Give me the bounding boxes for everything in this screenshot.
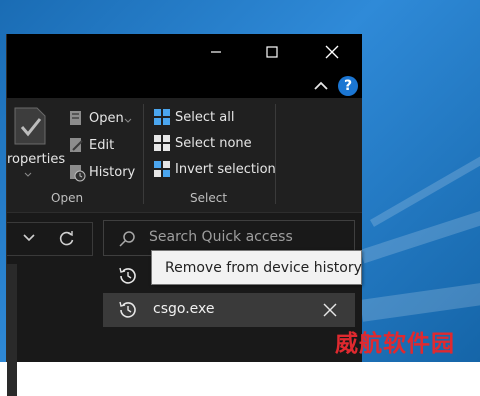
history-item-selected[interactable]: csgo.exe <box>103 293 355 327</box>
history-item-label: csgo.exe <box>153 301 215 317</box>
close-icon <box>325 45 339 59</box>
select-none-button[interactable]: Select none <box>175 136 252 151</box>
open-group-label: Open <box>51 191 84 205</box>
watermark: 威航软件园 <box>335 331 455 357</box>
remove-icon[interactable] <box>323 303 337 317</box>
search-icon <box>119 231 135 247</box>
history-icon <box>119 301 136 318</box>
maximize-button[interactable] <box>249 34 295 70</box>
light-ray <box>370 140 480 227</box>
edit-button[interactable]: Edit <box>89 138 114 153</box>
title-bar <box>7 34 362 70</box>
light-ray <box>360 194 480 264</box>
ribbon-separator <box>275 104 276 204</box>
select-all-icon <box>154 109 170 125</box>
open-icon <box>70 111 81 125</box>
light-ray <box>360 274 480 322</box>
properties-icon[interactable] <box>13 106 47 146</box>
refresh-icon[interactable] <box>58 230 75 247</box>
tooltip-text: Remove from device history <box>165 259 362 276</box>
navigation-pane-scrollbar[interactable] <box>7 264 17 396</box>
edit-icon <box>70 138 83 152</box>
address-bar[interactable] <box>7 222 93 256</box>
history-icon <box>70 165 86 182</box>
history-button[interactable]: History <box>89 165 135 180</box>
help-button[interactable]: ? <box>338 76 358 96</box>
invert-selection-icon <box>154 161 170 177</box>
chevron-down-icon[interactable] <box>124 118 132 123</box>
history-icon <box>119 267 136 284</box>
properties-label[interactable]: roperties <box>7 152 65 167</box>
open-button[interactable]: Open <box>89 111 124 126</box>
maximize-icon <box>266 46 278 58</box>
minimize-icon <box>211 51 221 53</box>
select-all-button[interactable]: Select all <box>175 110 234 125</box>
search-input[interactable]: Search Quick access <box>149 229 293 245</box>
chevron-up-icon[interactable] <box>313 78 329 94</box>
close-button[interactable] <box>309 34 355 70</box>
chevron-down-icon[interactable] <box>23 234 35 242</box>
chevron-down-icon[interactable] <box>24 172 32 178</box>
tooltip: Remove from device history <box>151 250 362 285</box>
invert-selection-button[interactable]: Invert selection <box>175 162 276 177</box>
ribbon-tab-bar <box>7 70 362 98</box>
select-group-label: Select <box>190 191 228 205</box>
select-none-icon <box>154 135 170 151</box>
file-explorer-window: ? roperties Open Edit History Open Selec… <box>6 34 362 396</box>
minimize-button[interactable] <box>193 34 239 70</box>
ribbon-panel: roperties Open Edit History Open Select … <box>7 98 362 213</box>
help-icon: ? <box>343 78 353 94</box>
ribbon-separator <box>143 104 144 204</box>
